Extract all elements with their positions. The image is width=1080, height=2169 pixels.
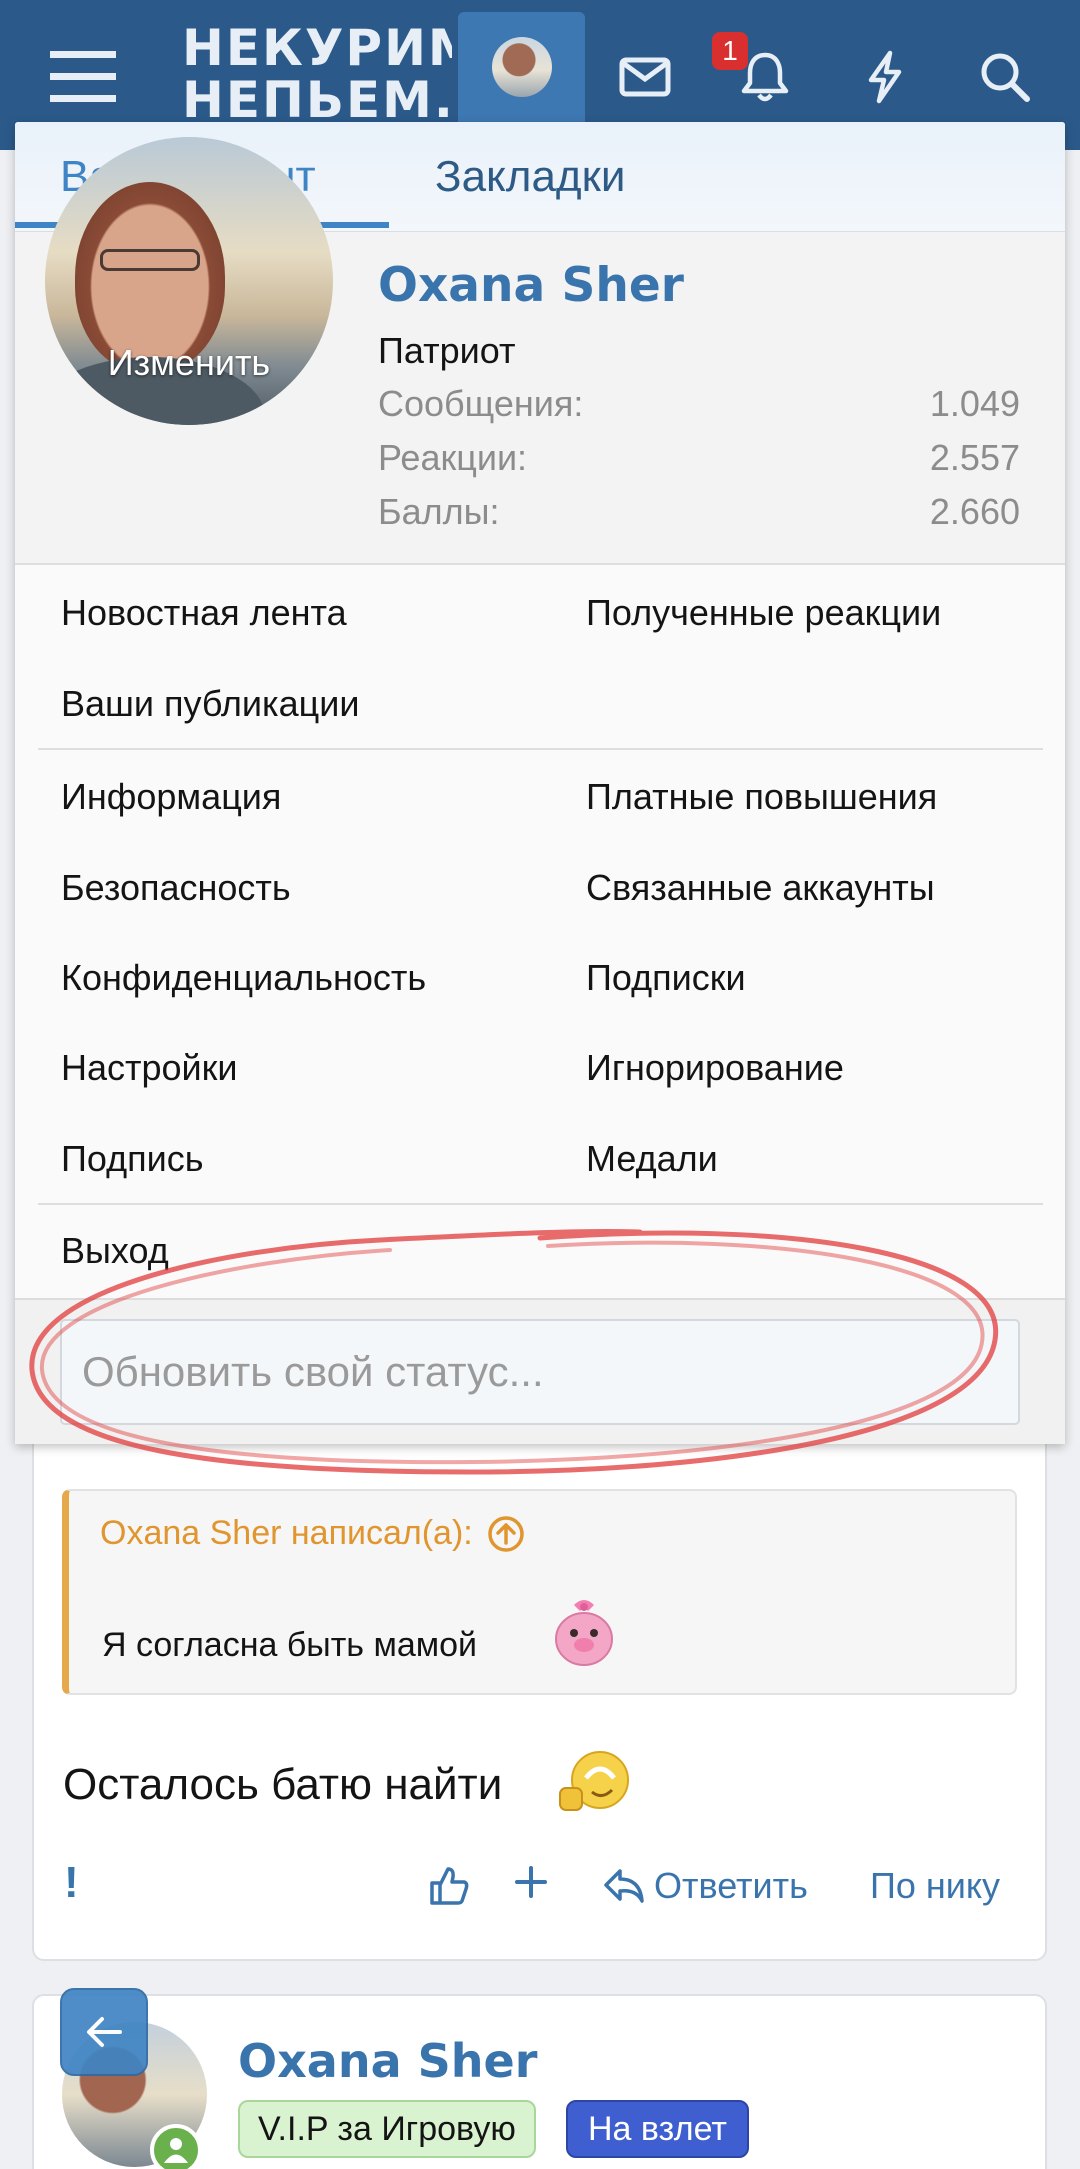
like-button[interactable]	[428, 1865, 470, 1907]
menu-divider	[38, 748, 1043, 750]
reply-button[interactable]: Ответить	[602, 1865, 808, 1907]
menu-subscriptions[interactable]: Подписки	[586, 957, 746, 999]
menu-icon	[50, 51, 116, 102]
user-icon	[164, 2138, 188, 2163]
by-nick-button[interactable]: По нику	[870, 1865, 1000, 1907]
menu-paid-upgrades[interactable]: Платные повышения	[586, 776, 937, 818]
thumbs-up-smiley-icon	[559, 1751, 629, 1811]
menu-divider	[38, 1203, 1043, 1205]
report-button[interactable]: !	[64, 1858, 79, 1908]
menu-security[interactable]: Безопасность	[61, 867, 291, 909]
bell-icon	[741, 52, 789, 102]
pig-smiley-icon	[555, 1600, 613, 1666]
stat-value: 2.660	[929, 491, 1020, 532]
mail-icon	[619, 57, 671, 97]
search-button[interactable]	[950, 22, 1060, 132]
quote-author[interactable]: Oxana Sher написал(а):	[100, 1514, 525, 1553]
menu-signature[interactable]: Подпись	[61, 1138, 203, 1180]
stat-label: Баллы:	[378, 491, 500, 532]
notification-count-badge: 1	[712, 32, 748, 70]
user-banner: На взлет	[566, 2100, 749, 2158]
online-status-icon	[150, 2124, 202, 2169]
bolt-icon	[868, 50, 902, 104]
quote-text: Я согласна быть мамой	[102, 1626, 478, 1664]
menu-preferences[interactable]: Настройки	[61, 1047, 238, 1089]
add-reaction-button[interactable]	[514, 1865, 548, 1899]
reply-icon	[604, 1869, 644, 1903]
profile-user-title: Патриот	[378, 330, 516, 371]
arrow-up-circle-icon[interactable]	[487, 1515, 525, 1553]
stat-reactions[interactable]: Реакции: 2.557	[378, 437, 1020, 479]
quote-author-label: Oxana Sher написал(а):	[100, 1514, 473, 1552]
site-logo[interactable]: НЕКУРИМ НЕПЬЕМ...	[182, 22, 452, 126]
avatar	[491, 37, 552, 97]
profile-username[interactable]: Oxana Sher	[378, 258, 684, 313]
menu-ignoring[interactable]: Игнорирование	[586, 1047, 844, 1089]
menu-account-details[interactable]: Информация	[61, 776, 281, 818]
menu-logout[interactable]: Выход	[61, 1230, 169, 1272]
arrow-left-icon	[87, 2017, 122, 2047]
user-banner-vip: V.I.P за Игровую	[238, 2100, 536, 2158]
back-button[interactable]	[60, 1988, 148, 2076]
menu-medals[interactable]: Медали	[586, 1138, 718, 1180]
reply-label: Ответить	[654, 1865, 808, 1906]
stat-value: 2.557	[929, 437, 1020, 478]
thumbs-up-icon	[430, 1867, 469, 1905]
stat-label: Сообщения:	[378, 383, 584, 424]
stat-messages[interactable]: Сообщения: 1.049	[378, 383, 1020, 425]
whats-new-button[interactable]	[830, 22, 940, 132]
post-author-name[interactable]: Oxana Sher	[238, 2034, 537, 2088]
stat-points[interactable]: Баллы: 2.660	[378, 491, 1020, 533]
account-menu-button[interactable]	[458, 12, 585, 134]
menu-connected-accounts[interactable]: Связанные аккаунты	[586, 867, 935, 909]
profile-avatar[interactable]: Изменить	[45, 137, 333, 425]
tab-bookmarks[interactable]: Закладки	[435, 122, 625, 232]
menu-button[interactable]	[28, 22, 138, 132]
menu-reactions-received[interactable]: Полученные реакции	[586, 592, 941, 634]
inbox-button[interactable]	[590, 22, 700, 132]
plus-icon	[515, 1866, 547, 1898]
stat-value: 1.049	[929, 383, 1020, 424]
stat-label: Реакции:	[378, 437, 528, 478]
menu-news-feed[interactable]: Новостная лента	[61, 592, 347, 634]
post-text: Осталось батю найти	[63, 1760, 503, 1809]
change-avatar-link[interactable]: Изменить	[45, 342, 333, 384]
search-icon	[981, 53, 1030, 102]
status-input[interactable]	[60, 1319, 1020, 1425]
by-nick-label: По нику	[870, 1865, 1001, 1906]
menu-your-content[interactable]: Ваши публикации	[61, 683, 359, 725]
menu-privacy[interactable]: Конфиденциальность	[61, 957, 426, 999]
